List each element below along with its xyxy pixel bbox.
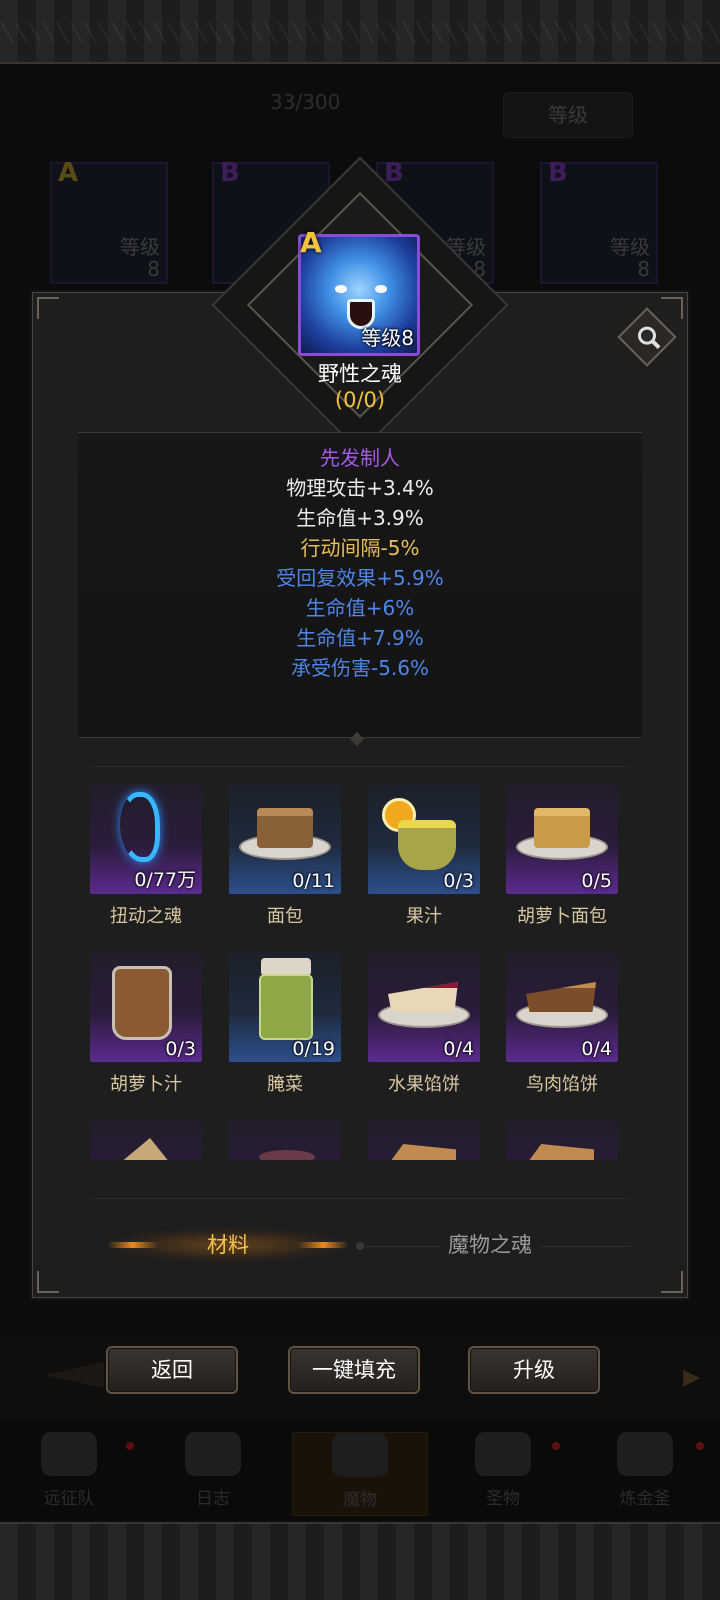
soul-level: 等级8	[361, 326, 414, 350]
material-item[interactable]: 0/4 水果馅饼	[368, 952, 480, 1096]
material-name: 腌菜	[267, 1074, 303, 1095]
material-tile: 0/4	[506, 952, 618, 1062]
soul-grade-badge: A	[300, 226, 322, 259]
bg-nav-item: 魔物	[292, 1432, 428, 1516]
material-item[interactable]: 0/3 胡萝卜汁	[90, 952, 202, 1096]
tab-indicator-dot	[356, 1242, 364, 1250]
stat-line: 生命值+3.9%	[296, 506, 424, 530]
panel-corner	[661, 1271, 683, 1293]
panel-corner	[37, 297, 59, 319]
stat-line: 承受伤害-5.6%	[290, 656, 430, 680]
material-tile: 0/19	[229, 952, 341, 1062]
material-qty: 0/77万	[134, 869, 196, 891]
notification-dot	[552, 1442, 560, 1450]
material-item[interactable]: 0/11 面包	[229, 784, 341, 928]
material-name: 面包	[267, 906, 303, 927]
bottom-ornament-bar	[0, 1522, 720, 1600]
material-qty: 0/4	[443, 1038, 474, 1060]
top-ornament-bar	[0, 0, 720, 64]
bg-soul-card: A 等级 8	[50, 158, 168, 284]
stat-line: 物理攻击+3.4%	[286, 476, 434, 500]
stats-block: 先发制人物理攻击+3.4% 生命值+3.9% 行动间隔-5% 受回复效果+5.9% 生命…	[78, 432, 642, 738]
monster-icon	[332, 1433, 388, 1477]
material-grid: 0/77万 扭动之魂 0/11 面包 0/3 果汁 0/5 胡萝卜面包 0/3 胡萝卜汁 0/19 腌…	[78, 784, 642, 1180]
cauldron-icon	[617, 1432, 673, 1476]
bg-nav-item: 远征队	[14, 1432, 124, 1516]
back-button[interactable]: 返回	[106, 1346, 238, 1394]
screen: 33/300 等级 A 等级8 B 等级8 B 等级8 B 等级8 魔物 ▶ 远…	[0, 0, 720, 1600]
upgrade-button[interactable]: 升级	[468, 1346, 600, 1394]
tab-label: 魔物之魂	[440, 1233, 540, 1257]
material-tile: 0/11	[229, 784, 341, 894]
bg-nav-label: 炼金釜	[619, 1489, 671, 1509]
material-qty: 0/19	[292, 1038, 335, 1060]
material-name: 果汁	[406, 906, 442, 927]
material-tile: 0/5	[506, 784, 618, 894]
tab-glow-left	[108, 1242, 158, 1248]
soul-name: 野性之魂	[318, 362, 402, 386]
material-tile: 0/3	[90, 952, 202, 1062]
bg-card-grade: B	[220, 158, 240, 188]
tab-materials[interactable]: 材料	[108, 1228, 348, 1262]
panel-corner	[661, 297, 683, 319]
stat-line: 生命值+7.9%	[296, 626, 424, 650]
scroll-icon	[185, 1432, 241, 1476]
stat-line: 先发制人	[320, 446, 400, 470]
material-item[interactable]: 0/5 胡萝卜面包	[506, 784, 618, 928]
bg-progress-text: 33/300	[270, 90, 341, 114]
stat-line: 受回复效果+5.9%	[276, 566, 444, 590]
bg-nav-label: 圣物	[486, 1489, 520, 1509]
material-item[interactable]: 0/4 鸟肉馅饼	[506, 952, 618, 1096]
material-name: 胡萝卜面包	[517, 906, 607, 927]
notification-dot	[126, 1442, 134, 1450]
stats-list: 先发制人物理攻击+3.4% 生命值+3.9% 行动间隔-5% 受回复效果+5.9% 生命…	[78, 433, 642, 683]
wolf-eye	[335, 285, 347, 293]
material-name: 胡萝卜汁	[110, 1074, 182, 1095]
material-name: 扭动之魂	[110, 906, 182, 927]
material-item[interactable]: 0/3 果汁	[368, 784, 480, 928]
magnifier-handle	[650, 339, 661, 350]
soul-count: (0/0)	[334, 388, 386, 412]
material-tile: 0/77万	[90, 784, 202, 894]
bg-right-arrow-icon: ▶	[683, 1365, 700, 1390]
tab-monster-souls[interactable]: 魔物之魂	[370, 1228, 610, 1262]
auto-fill-button[interactable]: 一键填充	[288, 1346, 420, 1394]
material-qty: 0/5	[581, 870, 612, 892]
helmet-icon	[41, 1432, 97, 1476]
material-tile: 0/3	[368, 784, 480, 894]
bg-soul-card: B 等级8	[540, 158, 658, 284]
bg-nav-label: 远征队	[43, 1489, 95, 1509]
bg-nav-item: 圣物	[448, 1432, 558, 1516]
bg-card-grade: B	[548, 158, 568, 188]
bg-card-grade: A	[58, 158, 79, 188]
divider-line	[90, 766, 630, 767]
panel-corner	[37, 1271, 59, 1293]
bg-nav-label: 魔物	[343, 1490, 377, 1510]
notification-dot	[696, 1442, 704, 1450]
material-item[interactable]: 0/77万扭动之魂	[90, 784, 202, 928]
material-item[interactable]: 0/19 腌菜	[229, 952, 341, 1096]
wolf-eye	[375, 285, 387, 293]
material-tile: 0/4	[368, 952, 480, 1062]
material-name: 水果馅饼	[388, 1074, 460, 1095]
bg-nav-item: 炼金釜	[590, 1432, 700, 1516]
bg-card-level: 等级8	[610, 235, 650, 281]
material-qty: 0/11	[292, 870, 335, 892]
bg-level-sort-button: 等级	[503, 92, 633, 138]
relic-icon	[475, 1432, 531, 1476]
stat-line: 行动间隔-5%	[300, 536, 420, 560]
tab-label: 材料	[207, 1233, 249, 1257]
divider-line	[90, 1198, 630, 1199]
bg-nav-item: 日志	[158, 1432, 268, 1516]
material-name: 鸟肉馅饼	[526, 1074, 598, 1095]
material-qty: 0/4	[581, 1038, 612, 1060]
bg-nav-label: 日志	[196, 1489, 230, 1509]
stat-line: 生命值+6%	[305, 596, 415, 620]
grid-clip	[78, 1160, 642, 1182]
bg-card-level: 等级8	[120, 235, 160, 281]
material-qty: 0/3	[443, 870, 474, 892]
material-qty: 0/3	[165, 1038, 196, 1060]
tab-glow-right	[298, 1242, 348, 1248]
